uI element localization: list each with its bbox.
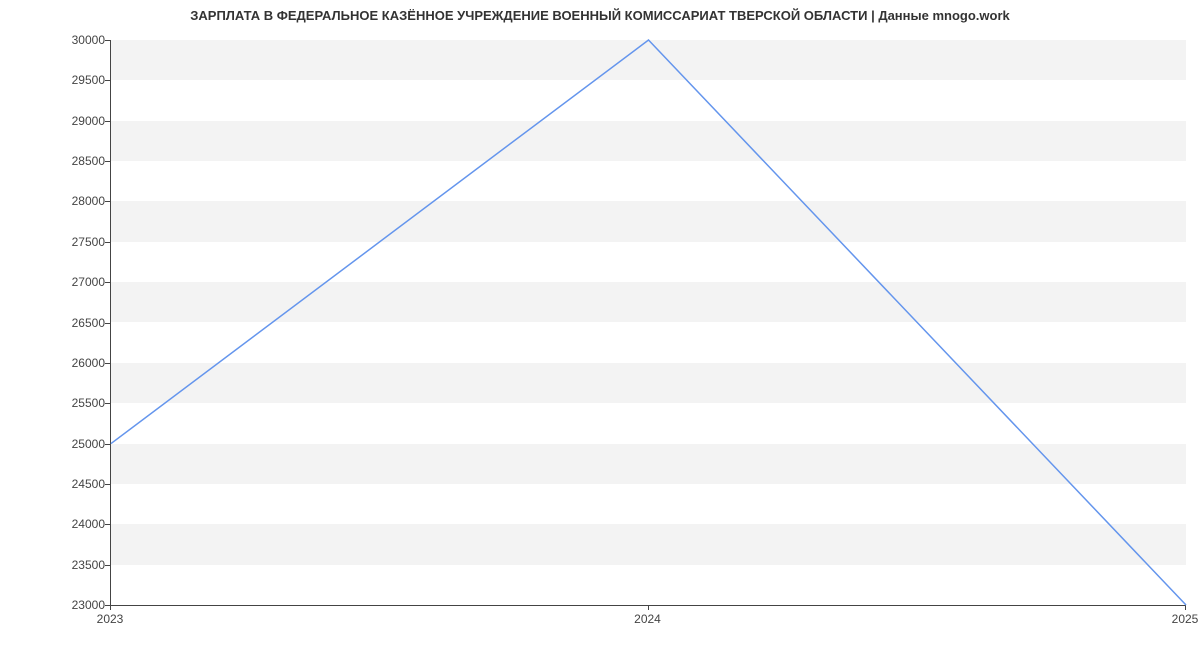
line-series <box>111 40 1186 605</box>
y-tick-label: 24000 <box>45 517 105 531</box>
y-tick-label: 23500 <box>45 558 105 572</box>
y-tick-label: 24500 <box>45 477 105 491</box>
y-tick-label: 28500 <box>45 154 105 168</box>
y-tick-label: 27500 <box>45 235 105 249</box>
y-tick-label: 23000 <box>45 598 105 612</box>
x-tick-label: 2024 <box>634 612 661 626</box>
x-tick-label: 2025 <box>1172 612 1199 626</box>
y-tick-label: 30000 <box>45 33 105 47</box>
y-tick-label: 28000 <box>45 194 105 208</box>
y-tick-label: 26500 <box>45 316 105 330</box>
y-tick-label: 29500 <box>45 73 105 87</box>
x-tick-label: 2023 <box>97 612 124 626</box>
y-tick-label: 25000 <box>45 437 105 451</box>
y-tick-label: 25500 <box>45 396 105 410</box>
chart-container: ЗАРПЛАТА В ФЕДЕРАЛЬНОЕ КАЗЁННОЕ УЧРЕЖДЕН… <box>0 0 1200 650</box>
plot-area <box>110 40 1186 606</box>
y-tick-label: 26000 <box>45 356 105 370</box>
y-tick-label: 27000 <box>45 275 105 289</box>
chart-title: ЗАРПЛАТА В ФЕДЕРАЛЬНОЕ КАЗЁННОЕ УЧРЕЖДЕН… <box>0 8 1200 23</box>
y-tick-label: 29000 <box>45 114 105 128</box>
